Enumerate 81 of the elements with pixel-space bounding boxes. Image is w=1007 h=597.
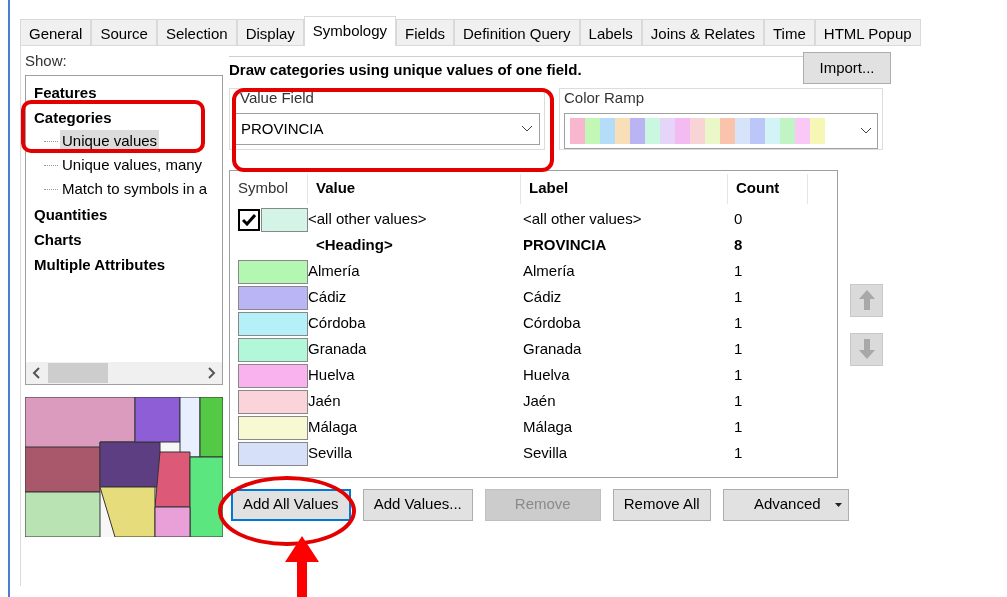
label-cell-text: Jaén: [522, 391, 557, 412]
column-header[interactable]: Count: [728, 173, 808, 204]
tree-item[interactable]: Charts: [34, 226, 222, 252]
up-arrow-icon: [857, 289, 876, 311]
value-cell-text: Huelva: [308, 365, 356, 386]
description-text: Draw categories using unique values of one field.: [229, 60, 582, 80]
tab[interactable]: Fields: [396, 19, 455, 46]
value-cell-text: Almería: [308, 261, 361, 282]
count-cell-text: 1: [733, 391, 744, 412]
symbol-swatch[interactable]: [238, 337, 308, 362]
action-button[interactable]: Add Values...: [362, 488, 473, 521]
tab[interactable]: HTML Popup: [814, 19, 921, 46]
symbol-swatch[interactable]: [238, 259, 308, 284]
value-cell-text: Jaén: [308, 391, 342, 412]
column-header[interactable]: Label: [521, 173, 728, 204]
tab[interactable]: Time: [764, 19, 815, 46]
checkmark-icon: [242, 213, 256, 226]
symbol-swatch[interactable]: [238, 441, 308, 466]
label-cell-text: Málaga: [522, 417, 574, 438]
column-header[interactable]: Symbol: [230, 173, 308, 204]
label-cell-text: Córdoba: [522, 313, 582, 334]
value-cell-text: Sevilla: [308, 443, 354, 464]
tree-item[interactable]: Unique values, many: [60, 154, 205, 177]
color-ramp-dropdown[interactable]: [564, 113, 878, 149]
symbol-swatch[interactable]: [238, 363, 308, 388]
import-button[interactable]: Import...: [803, 52, 891, 84]
tab[interactable]: Symbology: [303, 16, 396, 46]
value-field-dropdown[interactable]: PROVINCIA: [234, 113, 540, 145]
chevron-down-icon: [860, 126, 872, 135]
dropdown-caret-icon: [834, 502, 842, 507]
tab[interactable]: General: [20, 19, 92, 46]
count-cell-text: 1: [733, 339, 744, 360]
symbol-swatch[interactable]: [238, 285, 308, 310]
action-button[interactable]: Remove All: [612, 488, 711, 521]
action-button[interactable]: Add All Values: [231, 488, 351, 521]
label-cell-text: <all other values>: [522, 209, 643, 230]
label-cell-text: Almería: [522, 261, 576, 282]
tree-item[interactable]: Categories: [34, 104, 222, 130]
label-cell-text: Sevilla: [522, 443, 569, 464]
count-cell-text: 8: [733, 235, 744, 256]
value-cell-text: <all other values>: [308, 209, 428, 230]
chevron-down-icon: [521, 125, 533, 133]
count-cell-text: 1: [733, 261, 744, 282]
tab[interactable]: Display: [236, 19, 304, 46]
tab[interactable]: Joins & Relates: [641, 19, 764, 46]
tab[interactable]: Source: [91, 19, 157, 46]
horizontal-scrollbar[interactable]: [26, 361, 222, 384]
down-arrow-icon: [857, 338, 876, 360]
label-cell-text: Granada: [522, 339, 583, 360]
label-cell-text: PROVINCIA: [522, 235, 608, 256]
label-cell-text: Cádiz: [522, 287, 563, 308]
label-cell-text: Huelva: [522, 365, 571, 386]
value-field-label: Value Field: [239, 87, 315, 108]
symbol-swatch[interactable]: [261, 207, 308, 232]
color-ramp-label: Color Ramp: [564, 87, 646, 108]
value-cell-text: Granada: [308, 339, 368, 360]
tab[interactable]: Definition Query: [454, 19, 580, 46]
count-cell-text: 1: [733, 287, 744, 308]
pointer-arrow: [285, 536, 319, 597]
tab[interactable]: Labels: [579, 19, 642, 46]
count-cell-text: 0: [733, 209, 744, 230]
advanced-button[interactable]: Advanced: [722, 488, 849, 521]
symbol-swatch[interactable]: [238, 415, 308, 440]
value-cell-text: Cádiz: [308, 287, 348, 308]
symbol-swatch[interactable]: [238, 311, 308, 336]
tree-item[interactable]: Features: [34, 79, 222, 105]
count-cell-text: 1: [733, 313, 744, 334]
count-cell-text: 1: [733, 443, 744, 464]
count-cell-text: 1: [733, 417, 744, 438]
tree-item[interactable]: Match to symbols in a: [60, 178, 210, 201]
value-cell-text: <Heading>: [315, 235, 394, 256]
checkbox[interactable]: [238, 208, 260, 231]
count-cell-text: 1: [733, 365, 744, 386]
symbol-swatch[interactable]: [238, 389, 308, 414]
value-cell-text: Córdoba: [308, 313, 367, 334]
tab[interactable]: Selection: [156, 19, 237, 46]
tree-item[interactable]: Quantities: [34, 201, 222, 227]
tree-item[interactable]: Multiple Attributes: [34, 251, 222, 277]
value-cell-text: Málaga: [308, 417, 359, 438]
column-header[interactable]: Value: [308, 173, 521, 204]
show-label: Show:: [25, 51, 68, 71]
